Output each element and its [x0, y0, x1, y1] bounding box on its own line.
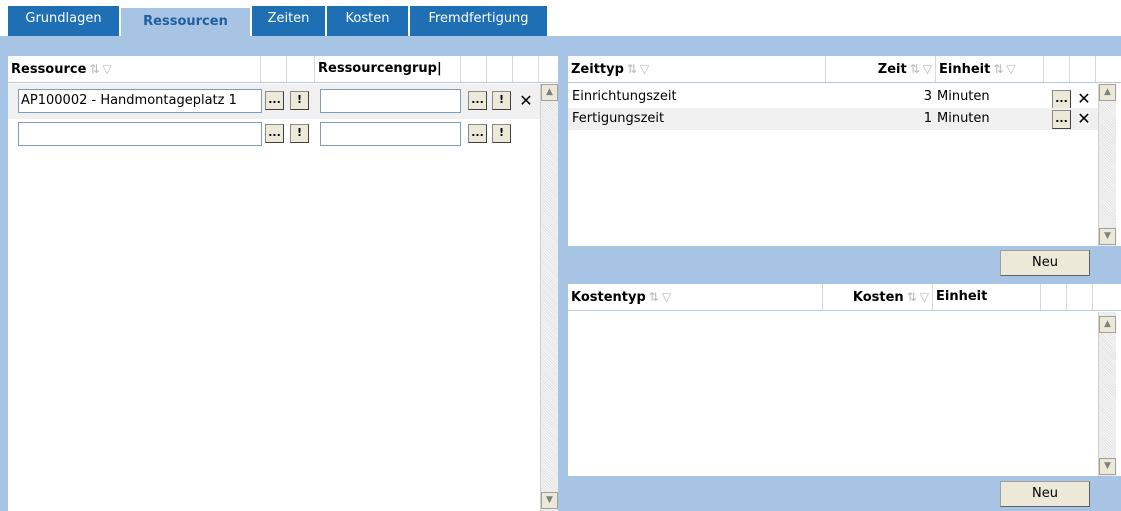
filter-icon[interactable]: ▽	[662, 290, 671, 304]
tab-grundlagen[interactable]: Grundlagen	[8, 6, 120, 36]
costs-panel: Kostentyp ⇅ ▽ Kosten ⇅ ▽ Einheit ▲ ▼	[568, 284, 1121, 476]
scroll-up-icon[interactable]: ▲	[1099, 316, 1116, 333]
scroll-down-icon[interactable]: ▼	[1099, 228, 1116, 245]
times-panel: Zeittyp ⇅ ▽ Zeit ⇅ ▽ Einheit ⇅ ▽ Einrichtungsz…	[568, 56, 1121, 246]
filter-icon[interactable]: ▽	[1006, 62, 1015, 76]
col-blank	[1067, 284, 1093, 310]
col-einheit[interactable]: Einheit	[933, 284, 1041, 310]
time-type-cell: Einrichtungszeit	[572, 89, 677, 104]
col-group-label: Ressourcengrup|	[318, 61, 442, 76]
times-table-header: Zeittyp ⇅ ▽ Zeit ⇅ ▽ Einheit ⇅ ▽	[568, 56, 1121, 83]
new-cost-button[interactable]: Neu	[1000, 481, 1090, 507]
filter-icon[interactable]: ▽	[103, 62, 112, 76]
delete-row-icon[interactable]: ✕	[1076, 111, 1092, 127]
sort-icon[interactable]: ⇅	[910, 62, 920, 76]
col-kostentyp[interactable]: Kostentyp ⇅ ▽	[568, 284, 823, 310]
filter-icon[interactable]: ▽	[923, 62, 932, 76]
col-zeit-label: Zeit	[877, 62, 907, 77]
sort-icon[interactable]: ⇅	[907, 290, 917, 304]
scroll-up-icon[interactable]: ▲	[541, 84, 558, 101]
tab-ressourcen[interactable]: Ressourcen	[121, 8, 251, 36]
sort-icon[interactable]: ⇅	[649, 290, 659, 304]
delete-row-icon[interactable]: ✕	[1076, 91, 1092, 107]
delete-row-icon[interactable]: ✕	[518, 93, 534, 109]
resource-panel: Ressource ⇅ ▽ Ressourcengrup| AP100002 - H…	[8, 56, 558, 511]
tab-kosten[interactable]: Kosten	[327, 6, 409, 36]
group-input[interactable]	[320, 89, 461, 113]
group-lookup-button[interactable]: ...	[468, 124, 487, 143]
col-blank-2	[287, 56, 315, 82]
tab-zeiten[interactable]: Zeiten	[252, 6, 326, 36]
times-scrollbar[interactable]: ▲ ▼	[1098, 84, 1116, 246]
col-ressource-label: Ressource	[11, 62, 87, 77]
col-einheit-label: Einheit	[936, 289, 988, 304]
col-kostentyp-label: Kostentyp	[571, 290, 646, 305]
col-zeittyp[interactable]: Zeittyp ⇅ ▽	[568, 56, 826, 82]
col-blank-1	[261, 56, 287, 82]
resource-input-empty[interactable]	[18, 122, 262, 146]
time-value-cell: 1	[923, 111, 932, 126]
filter-icon[interactable]: ▽	[920, 290, 929, 304]
group-bang-button[interactable]: !	[492, 124, 511, 143]
new-time-button[interactable]: Neu	[1000, 250, 1090, 276]
col-einheit-label: Einheit	[939, 62, 991, 77]
bang-button[interactable]: !	[290, 124, 309, 143]
time-unit-cell: Minuten	[937, 111, 990, 126]
resource-input[interactable]: AP100002 - Handmontageplatz 1	[18, 89, 262, 113]
times-footer: Neu	[568, 246, 1121, 284]
time-value-cell: 3	[923, 89, 932, 104]
filter-icon[interactable]: ▽	[640, 62, 649, 76]
col-blank	[1044, 56, 1070, 82]
lookup-button[interactable]: ...	[265, 91, 284, 110]
group-bang-button[interactable]: !	[492, 91, 511, 110]
resource-scrollbar[interactable]: ▲ ▼	[540, 84, 558, 511]
col-kosten-label: Kosten	[852, 290, 904, 305]
col-zeit[interactable]: Zeit ⇅ ▽	[826, 56, 936, 82]
col-blank-5	[513, 56, 539, 82]
scroll-up-icon[interactable]: ▲	[1099, 84, 1116, 101]
col-zeittyp-label: Zeittyp	[571, 62, 624, 77]
col-ressource[interactable]: Ressource ⇅ ▽	[8, 56, 261, 82]
costs-footer: Neu	[568, 476, 1121, 511]
sort-icon[interactable]: ⇅	[89, 62, 99, 76]
tab-fremdfertigung[interactable]: Fremdfertigung	[410, 6, 548, 36]
lookup-button[interactable]: ...	[265, 124, 284, 143]
col-blank	[1070, 56, 1096, 82]
time-unit-cell: Minuten	[937, 89, 990, 104]
col-blank-3	[461, 56, 487, 82]
col-kosten[interactable]: Kosten ⇅ ▽	[823, 284, 933, 310]
scroll-down-icon[interactable]: ▼	[541, 492, 558, 509]
center-divider	[558, 56, 568, 511]
group-lookup-button[interactable]: ...	[468, 91, 487, 110]
col-ressourcengruppe[interactable]: Ressourcengrup|	[315, 56, 461, 82]
col-einheit[interactable]: Einheit ⇅ ▽	[936, 56, 1044, 82]
tab-underline-strip	[0, 36, 1121, 56]
col-blank-4	[487, 56, 513, 82]
tab-bar: Grundlagen Ressourcen Zeiten Kosten Frem…	[0, 0, 1121, 36]
scroll-down-icon[interactable]: ▼	[1099, 458, 1116, 475]
left-margin	[0, 56, 8, 511]
time-lookup-button[interactable]: ...	[1052, 90, 1071, 109]
sort-icon[interactable]: ⇅	[627, 62, 637, 76]
group-input-empty[interactable]	[320, 122, 461, 146]
col-blank	[1041, 284, 1067, 310]
resource-table-header: Ressource ⇅ ▽ Ressourcengrup|	[8, 56, 558, 83]
bang-button[interactable]: !	[290, 91, 309, 110]
time-lookup-button[interactable]: ...	[1052, 110, 1071, 129]
costs-scrollbar[interactable]: ▲ ▼	[1098, 312, 1116, 476]
sort-icon[interactable]: ⇅	[993, 62, 1003, 76]
costs-table-header: Kostentyp ⇅ ▽ Kosten ⇅ ▽ Einheit	[568, 284, 1121, 311]
time-type-cell: Fertigungszeit	[572, 111, 665, 126]
